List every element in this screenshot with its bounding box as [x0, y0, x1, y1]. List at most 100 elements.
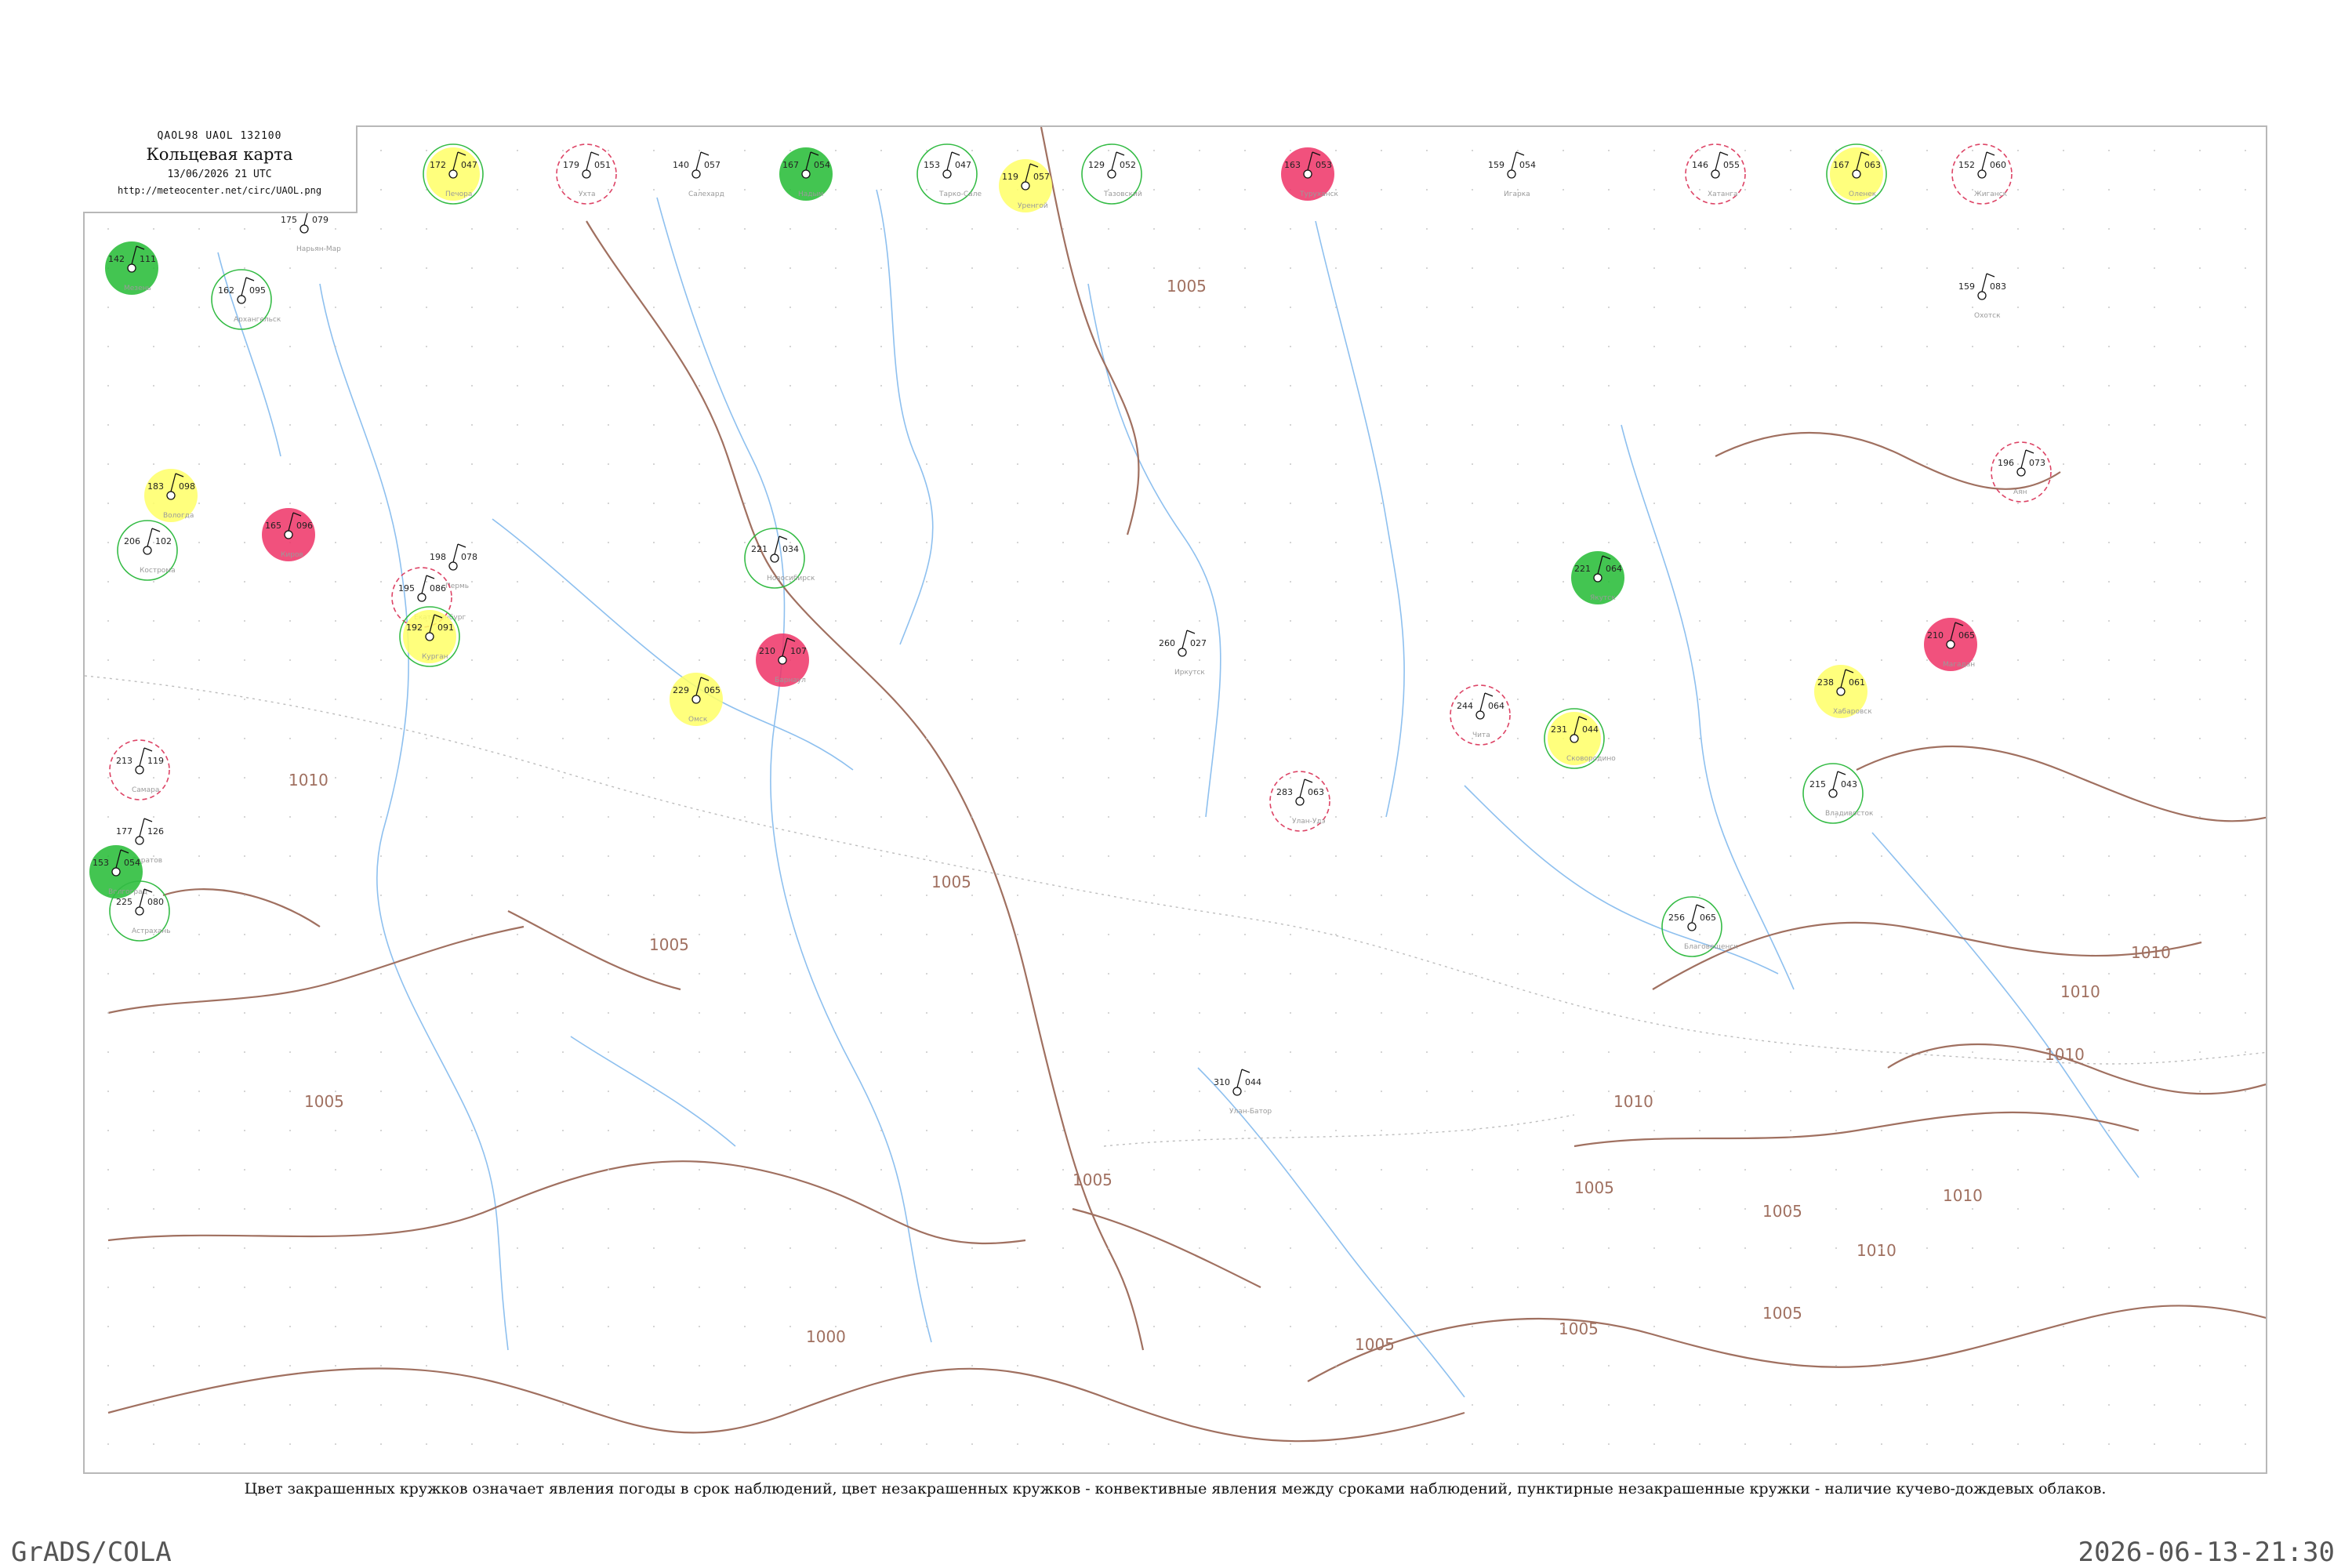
- station-marker[interactable]: 119 057 Уренгой: [999, 159, 1052, 212]
- station-marker[interactable]: 196 073 Аян: [1991, 441, 2052, 503]
- station-temperature: 310: [1214, 1077, 1230, 1087]
- station-pressure: 043: [1841, 779, 1857, 789]
- station-marker[interactable]: 229 065 Омск: [670, 673, 723, 726]
- wind-feather: [143, 818, 153, 822]
- station-name: Ухта: [579, 191, 596, 198]
- isobar-label: 1010: [2060, 982, 2100, 1001]
- station-temperature: 256: [1668, 913, 1685, 923]
- wind-feather: [1304, 779, 1313, 783]
- station-temperature: 163: [1284, 160, 1301, 170]
- wind-barb-icon: [241, 277, 247, 296]
- station-temperature: 229: [673, 685, 689, 695]
- station-marker[interactable]: 183 098 Вологда: [144, 469, 198, 522]
- wind-barb-icon: [421, 575, 427, 594]
- station-marker[interactable]: 210 065 Магадан: [1924, 618, 1977, 671]
- station-marker[interactable]: 129 052 Тазовский: [1081, 143, 1142, 205]
- station-temperature: 283: [1276, 787, 1293, 797]
- station-marker[interactable]: 244 064 Чита: [1450, 684, 1511, 746]
- station-temperature: 195: [398, 583, 415, 593]
- station-marker[interactable]: 153 047 Тарко-Сале: [916, 143, 982, 205]
- station-name: Салехард: [688, 191, 724, 198]
- station-marker[interactable]: 172 047 Печора: [423, 143, 484, 205]
- station-name: Охотск: [1974, 312, 2001, 320]
- wind-barb-icon: [452, 543, 459, 563]
- station-temperature: 159: [1958, 281, 1975, 292]
- isobar-label: 1010: [2131, 943, 2171, 962]
- station-marker[interactable]: 256 065 Благовещенск: [1661, 896, 1738, 957]
- station-marker[interactable]: 179 051 Ухта: [556, 143, 617, 205]
- station-temperature: 221: [751, 544, 768, 554]
- station-marker[interactable]: 175 079 Нарьян-Мар: [281, 206, 341, 253]
- station-marker[interactable]: 210 107 Барнаул: [756, 633, 809, 687]
- isobar-label: 1000: [806, 1327, 846, 1346]
- station-marker[interactable]: 146 055 Хатанга: [1685, 143, 1746, 205]
- station-pressure: 052: [1120, 160, 1136, 170]
- wind-feather: [1515, 151, 1525, 156]
- station-temperature: 210: [759, 646, 775, 656]
- station-marker[interactable]: 162 095 Архангельск: [211, 269, 281, 330]
- station-temperature: 152: [1958, 160, 1975, 170]
- station-pressure: 057: [1033, 172, 1050, 182]
- synoptic-map[interactable]: 1005 1005 1005 1005 1005 1005 1005 1005 1005 1005…: [85, 127, 2267, 1474]
- station-name: Сковородино: [1566, 755, 1616, 763]
- station-pressure: 047: [955, 160, 971, 170]
- station-marker[interactable]: 231 044 Сковородино: [1544, 708, 1616, 769]
- station-marker[interactable]: 165 096 Киров: [262, 508, 315, 561]
- station-marker[interactable]: 221 064 Якутск: [1571, 551, 1624, 604]
- station-marker[interactable]: 213 119 Самара: [109, 739, 170, 800]
- station-temperature: 167: [1833, 160, 1849, 170]
- station-marker[interactable]: 238 061 Хабаровск: [1814, 665, 1872, 718]
- bulletin-codes: QAOL98 UAOL 132100: [157, 130, 282, 142]
- wind-feather: [1696, 904, 1705, 909]
- isobar-label: 1010: [289, 771, 328, 789]
- station-circle: [135, 906, 144, 916]
- station-marker[interactable]: 152 060 Жиганск: [1951, 143, 2013, 205]
- station-name: Кострома: [140, 567, 176, 575]
- isobar-label: 1005: [1762, 1304, 1802, 1323]
- station-marker[interactable]: 206 102 Кострома: [117, 520, 178, 581]
- isobar-layer: [107, 127, 2266, 1443]
- station-pressure: 034: [782, 544, 799, 554]
- station-circle: [2016, 467, 2026, 477]
- station-pressure: 078: [461, 552, 477, 562]
- station-pressure: 061: [1849, 677, 1865, 688]
- station-circle: [1828, 789, 1838, 798]
- isobar-label: 1005: [1762, 1202, 1802, 1221]
- station-name: Туруханск: [1299, 191, 1339, 198]
- river-layer: [217, 189, 2140, 1398]
- station-marker[interactable]: 140 057 Салехард: [673, 151, 724, 198]
- station-temperature: 177: [116, 826, 132, 837]
- station-temperature: 260: [1159, 638, 1175, 648]
- station-temperature: 225: [116, 897, 132, 907]
- map-title: Кольцевая карта: [146, 145, 293, 164]
- station-temperature: 196: [1998, 458, 2014, 468]
- station-marker[interactable]: 142 111 Мезень: [105, 241, 158, 295]
- isobar-label: 1005: [1355, 1335, 1395, 1354]
- station-temperature: 175: [281, 215, 297, 225]
- station-marker[interactable]: 192 091 Курган: [399, 606, 460, 667]
- station-marker[interactable]: 215 043 Владивосток: [1802, 763, 1874, 824]
- station-marker[interactable]: 283 063 Улан-Удэ: [1269, 771, 1330, 832]
- station-marker[interactable]: 159 083 Охотск: [1958, 273, 2006, 320]
- station-marker[interactable]: 310 044 Улан-Батор: [1214, 1069, 1272, 1116]
- station-marker[interactable]: 260 027 Иркутск: [1159, 630, 1207, 677]
- station-name: Новосибирск: [767, 575, 815, 583]
- station-marker[interactable]: 167 063 Оленек: [1826, 143, 1887, 205]
- grid-dot-layer: [107, 150, 2246, 1445]
- station-marker[interactable]: 163 053 Туруханск: [1281, 147, 1339, 201]
- isobar-label: 1005: [1167, 277, 1207, 296]
- map-frame[interactable]: 1005 1005 1005 1005 1005 1005 1005 1005 1005 1005…: [83, 125, 2267, 1474]
- station-temperature: 244: [1457, 701, 1473, 711]
- source-url[interactable]: http://meteocenter.net/circ/UAOL.png: [83, 185, 356, 196]
- wind-feather: [700, 151, 710, 156]
- station-pressure: 102: [155, 536, 172, 546]
- station-temperature: 119: [1002, 172, 1018, 182]
- station-marker[interactable]: 159 054 Игарка: [1488, 151, 1536, 198]
- station-pressure: 053: [1316, 160, 1332, 170]
- station-temperature: 183: [147, 481, 164, 492]
- wind-feather: [1986, 273, 1995, 278]
- station-name: Курган: [422, 653, 448, 661]
- station-marker[interactable]: 167 054 Надым: [779, 147, 833, 201]
- isobar-label: 1010: [1857, 1241, 1896, 1260]
- station-circle: [1232, 1087, 1242, 1096]
